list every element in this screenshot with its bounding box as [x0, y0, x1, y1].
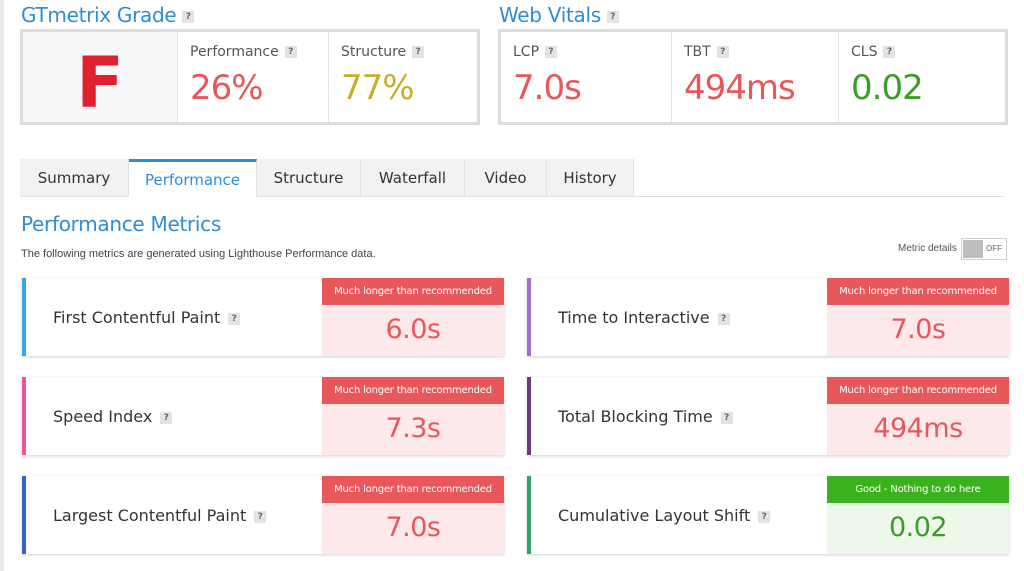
- metric-status-badge: Much longer than recommended: [827, 377, 1009, 404]
- structure-score-value: 77%: [341, 68, 415, 108]
- metric-name-text: Total Blocking Time: [558, 407, 713, 426]
- metric-name-text: Largest Contentful Paint: [53, 506, 247, 525]
- cls-value: 0.02: [851, 68, 924, 108]
- structure-score-label-text: Structure: [341, 44, 407, 60]
- gtmetrix-grade-title: GTmetrix Grade?: [21, 3, 195, 27]
- tab-summary[interactable]: Summary: [20, 159, 129, 196]
- metric-status-badge: Much longer than recommended: [322, 278, 504, 305]
- metric-name: Speed Index?: [53, 407, 173, 426]
- tbt-label: TBT?: [684, 44, 729, 60]
- metric-value: 7.3s: [385, 413, 441, 444]
- help-icon[interactable]: ?: [160, 411, 173, 424]
- metric-value-area: Much longer than recommended 6.0s: [322, 278, 504, 356]
- help-icon[interactable]: ?: [228, 312, 241, 325]
- cls-cell: CLS? 0.02: [838, 32, 1005, 122]
- lcp-label-text: LCP: [513, 44, 540, 60]
- metric-card-cumulative-layout-shift: Cumulative Layout Shift? Good - Nothing t…: [527, 476, 1009, 554]
- metric-status-badge: Much longer than recommended: [322, 476, 504, 503]
- toggle-state-label: OFF: [986, 244, 1002, 253]
- metric-value: 6.0s: [385, 314, 441, 345]
- help-icon[interactable]: ?: [545, 46, 558, 58]
- cls-label: CLS?: [851, 44, 896, 60]
- tbt-label-text: TBT: [684, 44, 711, 60]
- page-left-rule: [0, 0, 4, 571]
- metric-color-bar: [527, 476, 531, 554]
- metric-name-text: Cumulative Layout Shift: [558, 506, 751, 525]
- metric-status-badge: Much longer than recommended: [322, 377, 504, 404]
- performance-score-cell: Performance? 26%: [177, 32, 328, 122]
- help-icon[interactable]: ?: [284, 46, 297, 58]
- metric-value-area: Good - Nothing to do here 0.02: [827, 476, 1009, 554]
- tbt-cell: TBT? 494ms: [671, 32, 838, 122]
- metric-value-area: Much longer than recommended 7.0s: [827, 278, 1009, 356]
- metric-card-first-contentful-paint: First Contentful Paint? Much longer than …: [22, 278, 504, 356]
- lcp-cell: LCP? 7.0s: [501, 32, 671, 122]
- web-vitals-title-text: Web Vitals: [499, 3, 601, 27]
- metric-color-bar: [22, 278, 26, 356]
- grade-cell: F: [23, 32, 177, 124]
- metric-value: 494ms: [873, 413, 963, 444]
- tab-performance[interactable]: Performance: [129, 159, 257, 197]
- metric-name-text: Time to Interactive: [558, 308, 710, 327]
- metric-value: 0.02: [888, 512, 948, 543]
- performance-score-value: 26%: [190, 68, 264, 108]
- metric-color-bar: [22, 476, 26, 554]
- help-icon[interactable]: ?: [606, 10, 619, 23]
- metric-name: Total Blocking Time?: [558, 407, 733, 426]
- help-icon[interactable]: ?: [883, 46, 896, 58]
- toggle-knob: [963, 240, 983, 258]
- metric-value: 7.0s: [385, 512, 441, 543]
- web-vitals-panel: LCP? 7.0s TBT? 494ms CLS? 0.02: [498, 29, 1008, 125]
- metric-name: Cumulative Layout Shift?: [558, 506, 771, 525]
- help-icon[interactable]: ?: [412, 46, 425, 58]
- help-icon[interactable]: ?: [182, 10, 195, 23]
- help-icon[interactable]: ?: [758, 510, 771, 523]
- lcp-value: 7.0s: [513, 68, 582, 108]
- metric-color-bar: [22, 377, 26, 455]
- metric-name: Time to Interactive?: [558, 308, 730, 327]
- metric-card-total-blocking-time: Total Blocking Time? Much longer than rec…: [527, 377, 1009, 455]
- report-tabs: Summary Performance Structure Waterfall …: [20, 159, 634, 197]
- metric-value-area: Much longer than recommended 7.0s: [322, 476, 504, 554]
- help-icon[interactable]: ?: [716, 46, 729, 58]
- metric-card-time-to-interactive: Time to Interactive? Much longer than rec…: [527, 278, 1009, 356]
- performance-score-label-text: Performance: [190, 44, 279, 60]
- tab-video[interactable]: Video: [465, 159, 547, 196]
- structure-score-label: Structure?: [341, 44, 425, 60]
- structure-score-cell: Structure? 77%: [328, 32, 477, 122]
- metric-value-area: Much longer than recommended 494ms: [827, 377, 1009, 455]
- web-vitals-title: Web Vitals?: [499, 3, 619, 27]
- performance-metrics-description: The following metrics are generated usin…: [21, 248, 376, 260]
- metric-card-largest-contentful-paint: Largest Contentful Paint? Much longer tha…: [22, 476, 504, 554]
- metric-status-badge: Good - Nothing to do here: [827, 476, 1009, 503]
- metric-card-speed-index: Speed Index? Much longer than recommended…: [22, 377, 504, 455]
- lcp-label: LCP?: [513, 44, 558, 60]
- metric-status-badge: Much longer than recommended: [827, 278, 1009, 305]
- metric-name: First Contentful Paint?: [53, 308, 241, 327]
- metric-name-text: First Contentful Paint: [53, 308, 221, 327]
- tab-history[interactable]: History: [547, 159, 634, 196]
- cls-label-text: CLS: [851, 44, 878, 60]
- help-icon[interactable]: ?: [720, 411, 733, 424]
- metric-details-toggle[interactable]: OFF: [961, 238, 1007, 260]
- metric-name: Largest Contentful Paint?: [53, 506, 267, 525]
- performance-score-label: Performance?: [190, 44, 297, 60]
- help-icon[interactable]: ?: [254, 510, 267, 523]
- metric-value: 7.0s: [890, 314, 946, 345]
- performance-metrics-title: Performance Metrics: [21, 212, 221, 236]
- help-icon[interactable]: ?: [717, 312, 730, 325]
- metric-name-text: Speed Index: [53, 407, 153, 426]
- tab-waterfall[interactable]: Waterfall: [361, 159, 465, 196]
- metric-details-label: Metric details: [898, 243, 957, 254]
- tbt-value: 494ms: [684, 68, 796, 108]
- grade-letter: F: [76, 42, 124, 124]
- metric-value-area: Much longer than recommended 7.3s: [322, 377, 504, 455]
- tab-structure[interactable]: Structure: [257, 159, 361, 196]
- metric-color-bar: [527, 278, 531, 356]
- gtmetrix-grade-title-text: GTmetrix Grade: [21, 3, 177, 27]
- grade-panel: F Performance? 26% Structure? 77%: [20, 29, 480, 125]
- metric-color-bar: [527, 377, 531, 455]
